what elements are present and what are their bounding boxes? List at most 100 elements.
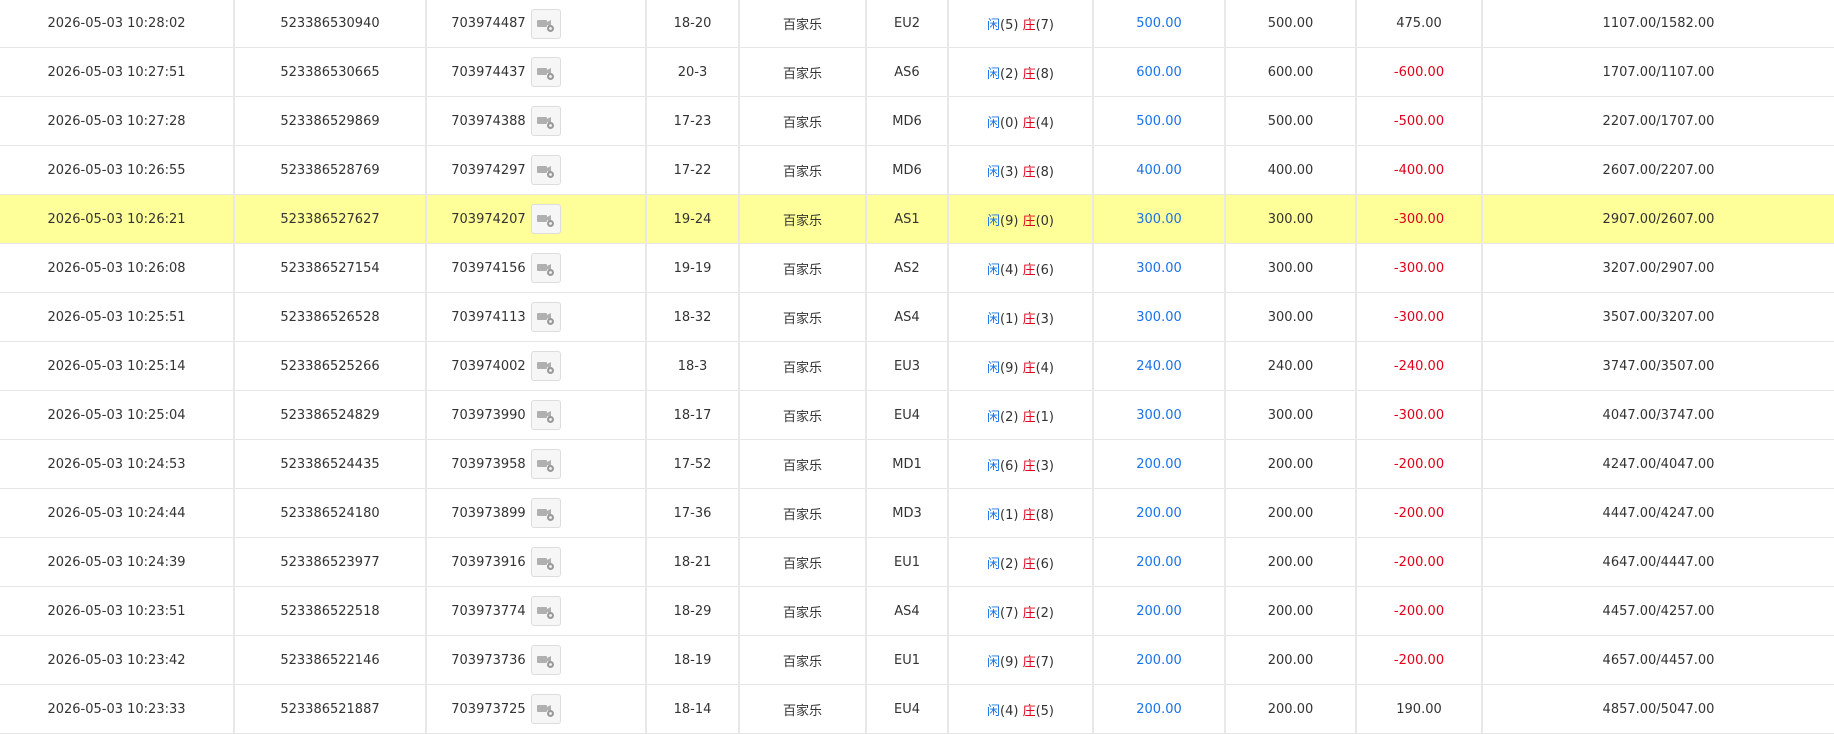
bet-time-cell: 2026-05-03 10:24:53 bbox=[0, 439, 235, 489]
bet-records-body: 2026-05-03 10:28:02 523386530940 7039744… bbox=[0, 0, 1834, 734]
game-number-cell: 703974002 bbox=[426, 341, 647, 391]
game-detail-button[interactable] bbox=[530, 204, 561, 234]
game-number: 703974437 bbox=[451, 64, 526, 80]
game-detail-button[interactable] bbox=[530, 645, 561, 675]
order-number-cell: 523386524180 bbox=[234, 488, 427, 538]
banker-label: 庄 bbox=[1022, 507, 1036, 523]
order-number-cell: 523386526528 bbox=[234, 292, 427, 342]
game-number-cell: 703974487 bbox=[426, 0, 647, 48]
table-row: 2026-05-03 10:25:14 523386525266 7039740… bbox=[0, 341, 1834, 391]
table-row: 2026-05-03 10:28:02 523386530940 7039744… bbox=[0, 0, 1834, 48]
game-detail-button[interactable] bbox=[530, 253, 561, 283]
player-label: 闲 bbox=[986, 115, 1000, 131]
game-detail-button[interactable] bbox=[530, 449, 561, 479]
result-cell: 闲(3) 庄(8) bbox=[948, 145, 1094, 195]
game-number: 703974388 bbox=[451, 113, 526, 129]
player-score: (5) bbox=[1000, 18, 1019, 33]
table-code-cell: AS2 bbox=[866, 243, 949, 293]
win-loss-cell: -200.00 bbox=[1356, 439, 1483, 489]
player-label: 闲 bbox=[986, 654, 1000, 670]
order-number-cell: 523386527154 bbox=[234, 243, 427, 293]
game-number: 703974487 bbox=[451, 16, 526, 31]
banker-score: (2) bbox=[1035, 605, 1054, 621]
balance-cell: 3747.00/3507.00 bbox=[1482, 341, 1834, 391]
game-detail-button[interactable] bbox=[530, 694, 561, 724]
player-label: 闲 bbox=[986, 262, 1000, 278]
player-label: 闲 bbox=[986, 703, 1000, 719]
player-label: 闲 bbox=[986, 458, 1000, 474]
banker-score: (5) bbox=[1035, 703, 1054, 719]
banker-score: (3) bbox=[1035, 311, 1054, 327]
bet-amount-cell: 600.00 bbox=[1093, 47, 1226, 97]
bet-amount-cell: 300.00 bbox=[1093, 243, 1226, 293]
game-type-cell: 百家乐 bbox=[739, 47, 867, 97]
game-number: 703973990 bbox=[451, 407, 526, 423]
player-score: (0) bbox=[1000, 115, 1019, 131]
player-label: 闲 bbox=[986, 164, 1000, 180]
game-number-cell: 703973774 bbox=[426, 586, 647, 636]
video-camera-gear-icon bbox=[536, 411, 554, 423]
valid-bet-cell: 400.00 bbox=[1225, 145, 1357, 195]
balance-cell: 3507.00/3207.00 bbox=[1482, 292, 1834, 342]
shoe-round-cell: 17-23 bbox=[646, 96, 740, 146]
game-number: 703974113 bbox=[451, 309, 526, 325]
shoe-round-cell: 17-52 bbox=[646, 439, 740, 489]
result-cell: 闲(2) 庄(6) bbox=[948, 537, 1094, 587]
player-label: 闲 bbox=[986, 556, 1000, 572]
table-code-cell: EU4 bbox=[866, 390, 949, 440]
banker-score: (8) bbox=[1035, 164, 1054, 180]
bet-amount-cell: 240.00 bbox=[1093, 341, 1226, 391]
game-detail-button[interactable] bbox=[530, 400, 561, 430]
video-camera-gear-icon bbox=[536, 215, 554, 227]
banker-label: 庄 bbox=[1022, 115, 1036, 131]
banker-label: 庄 bbox=[1022, 262, 1036, 278]
shoe-round-cell: 18-3 bbox=[646, 341, 740, 391]
table-code-cell: MD6 bbox=[866, 96, 949, 146]
balance-cell: 2207.00/1707.00 bbox=[1482, 96, 1834, 146]
game-type-cell: 百家乐 bbox=[739, 586, 867, 636]
player-label: 闲 bbox=[986, 66, 1000, 82]
shoe-round-cell: 19-24 bbox=[646, 194, 740, 244]
game-detail-button[interactable] bbox=[530, 351, 561, 381]
result-cell: 闲(2) 庄(8) bbox=[948, 47, 1094, 97]
result-cell: 闲(0) 庄(4) bbox=[948, 96, 1094, 146]
game-detail-button[interactable] bbox=[530, 302, 561, 332]
player-score: (7) bbox=[1000, 605, 1019, 621]
balance-cell: 2607.00/2207.00 bbox=[1482, 145, 1834, 195]
order-number-cell: 523386523977 bbox=[234, 537, 427, 587]
game-detail-button[interactable] bbox=[530, 57, 561, 87]
order-number-cell: 523386528769 bbox=[234, 145, 427, 195]
game-type-cell: 百家乐 bbox=[739, 537, 867, 587]
video-camera-gear-icon bbox=[536, 166, 554, 178]
game-detail-button[interactable] bbox=[530, 547, 561, 577]
win-loss-cell: -600.00 bbox=[1356, 47, 1483, 97]
game-type-cell: 百家乐 bbox=[739, 0, 867, 48]
table-code-cell: AS4 bbox=[866, 586, 949, 636]
video-camera-gear-icon bbox=[536, 117, 554, 129]
game-number-cell: 703973990 bbox=[426, 390, 647, 440]
player-score: (4) bbox=[1000, 262, 1019, 278]
valid-bet-cell: 200.00 bbox=[1225, 586, 1357, 636]
game-detail-button[interactable] bbox=[530, 155, 561, 185]
player-label: 闲 bbox=[986, 605, 1000, 621]
game-number-cell: 703973736 bbox=[426, 635, 647, 685]
player-score: (9) bbox=[1000, 213, 1019, 229]
game-type-cell: 百家乐 bbox=[739, 243, 867, 293]
bet-amount-cell: 200.00 bbox=[1093, 488, 1226, 538]
table-code-cell: EU1 bbox=[866, 537, 949, 587]
game-type-cell: 百家乐 bbox=[739, 390, 867, 440]
game-detail-button[interactable] bbox=[530, 8, 561, 39]
banker-score: (7) bbox=[1035, 654, 1054, 670]
game-detail-button[interactable] bbox=[530, 498, 561, 528]
player-label: 闲 bbox=[986, 311, 1000, 327]
game-detail-button[interactable] bbox=[530, 596, 561, 626]
game-detail-button[interactable] bbox=[530, 106, 561, 136]
bet-time-cell: 2026-05-03 10:27:28 bbox=[0, 96, 235, 146]
player-score: (2) bbox=[1000, 66, 1019, 82]
bet-time-cell: 2026-05-03 10:26:21 bbox=[0, 194, 235, 244]
result-cell: 闲(1) 庄(8) bbox=[948, 488, 1094, 538]
banker-label: 庄 bbox=[1022, 654, 1036, 670]
player-label: 闲 bbox=[986, 409, 1000, 425]
balance-cell: 1107.00/1582.00 bbox=[1482, 0, 1834, 48]
win-loss-cell: -300.00 bbox=[1356, 390, 1483, 440]
